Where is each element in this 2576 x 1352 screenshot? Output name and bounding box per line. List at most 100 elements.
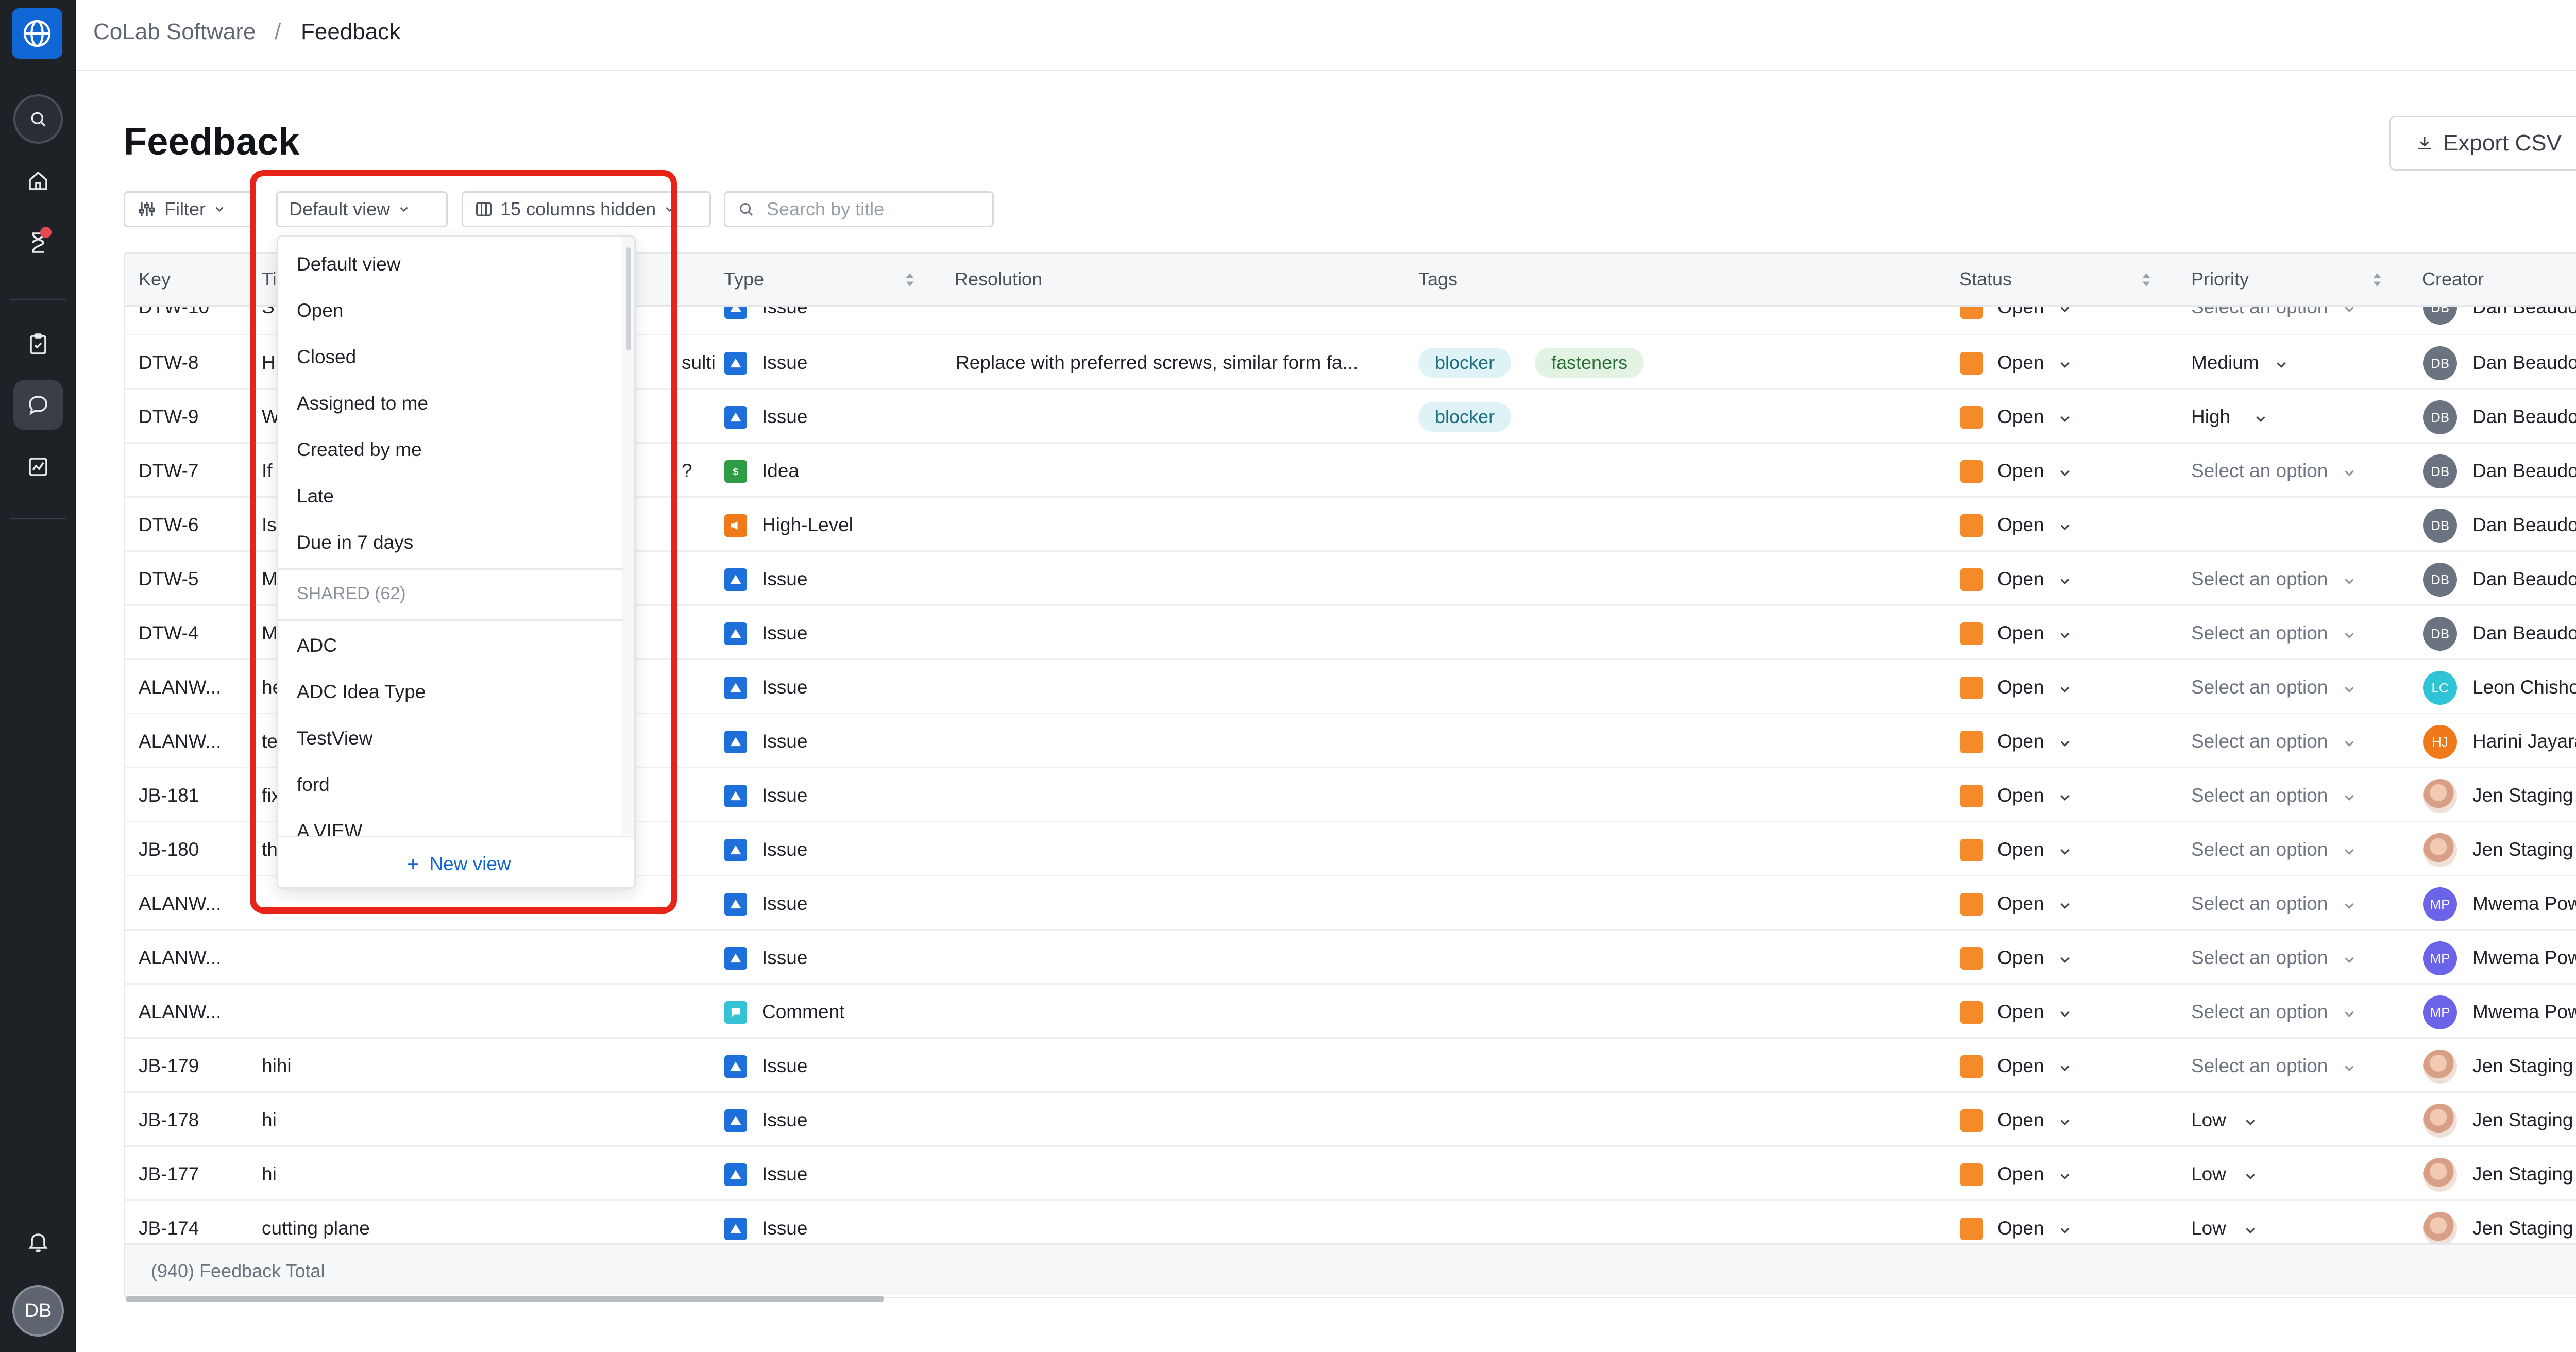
row-priority[interactable]: Select an option bbox=[2191, 677, 2328, 698]
row-priority[interactable]: Select an option bbox=[2191, 307, 2328, 318]
row-status[interactable]: Open bbox=[1997, 307, 2044, 318]
tag-blocker[interactable]: blocker bbox=[1418, 348, 1512, 378]
column-header-status[interactable]: Status bbox=[1959, 268, 2012, 290]
breadcrumb-org[interactable]: CoLab Software bbox=[93, 19, 256, 45]
row-key[interactable]: JB-181 bbox=[139, 785, 199, 806]
row-priority[interactable]: Select an option bbox=[2191, 460, 2328, 482]
row-status[interactable]: Open bbox=[1997, 406, 2044, 428]
horizontal-scrollbar[interactable] bbox=[126, 1296, 884, 1302]
row-key[interactable]: ALANW... bbox=[139, 947, 221, 969]
row-priority[interactable]: Select an option bbox=[2191, 1001, 2328, 1023]
chevron-down-icon[interactable] bbox=[2342, 898, 2357, 914]
chevron-down-icon[interactable] bbox=[2057, 465, 2073, 481]
row-title[interactable]: hi bbox=[262, 1163, 277, 1185]
row-status[interactable]: Open bbox=[1997, 839, 2044, 860]
chevron-down-icon[interactable] bbox=[2057, 1006, 2073, 1022]
row-priority[interactable]: Select an option bbox=[2191, 568, 2328, 590]
search-icon[interactable] bbox=[13, 94, 63, 144]
chevron-down-icon[interactable] bbox=[2057, 573, 2073, 589]
row-status[interactable]: Open bbox=[1997, 677, 2044, 698]
row-key[interactable]: DTW-4 bbox=[139, 622, 198, 644]
row-key[interactable]: ALANW... bbox=[139, 1001, 221, 1023]
chevron-down-icon[interactable] bbox=[2057, 952, 2073, 968]
table-row[interactable]: JB-178 hi Issue Open Low Jen Staging bbox=[125, 1091, 2576, 1145]
row-status[interactable]: Open bbox=[1997, 568, 2044, 590]
table-row[interactable]: JB-179 hihi Issue Open Select an option Jen S… bbox=[125, 1037, 2576, 1091]
bell-icon[interactable] bbox=[13, 1217, 63, 1266]
table-row[interactable]: JB-177 hi Issue Open Low Jen Staging bbox=[125, 1145, 2576, 1199]
chevron-down-icon[interactable] bbox=[2057, 1114, 2073, 1130]
row-key[interactable]: DTW-6 bbox=[139, 514, 198, 536]
chevron-down-icon[interactable] bbox=[2057, 411, 2073, 427]
row-priority[interactable]: Select an option bbox=[2191, 731, 2328, 752]
row-key[interactable]: DTW-5 bbox=[139, 568, 198, 590]
tag-fasteners[interactable]: fasteners bbox=[1535, 348, 1645, 378]
chevron-down-icon[interactable] bbox=[2057, 519, 2073, 535]
row-status[interactable]: Open bbox=[1997, 785, 2044, 806]
chevron-down-icon[interactable] bbox=[2243, 1223, 2258, 1238]
column-header-priority[interactable]: Priority bbox=[2191, 268, 2249, 290]
chevron-down-icon[interactable] bbox=[2057, 628, 2073, 643]
chevron-down-icon[interactable] bbox=[2274, 357, 2289, 373]
row-status[interactable]: Open bbox=[1997, 1055, 2044, 1077]
column-header-key[interactable]: Key bbox=[139, 268, 171, 290]
filter-button[interactable]: Filter bbox=[124, 191, 255, 227]
row-priority[interactable]: Low bbox=[2191, 1109, 2226, 1131]
row-title[interactable]: hi bbox=[262, 1109, 277, 1131]
chevron-down-icon[interactable] bbox=[2057, 1060, 2073, 1076]
clipboard-check-icon[interactable] bbox=[13, 319, 63, 369]
chevron-down-icon[interactable] bbox=[2342, 307, 2357, 317]
row-priority[interactable]: Select an option bbox=[2191, 785, 2328, 806]
row-status[interactable]: Open bbox=[1997, 1001, 2044, 1023]
export-csv-button[interactable]: Export CSV bbox=[2389, 116, 2576, 171]
search-input[interactable]: Search by title bbox=[724, 191, 994, 227]
chevron-down-icon[interactable] bbox=[2342, 952, 2357, 968]
row-key[interactable]: ALANW... bbox=[139, 731, 221, 752]
row-key[interactable]: ALANW... bbox=[139, 893, 221, 915]
row-title[interactable]: cutting plane bbox=[262, 1218, 370, 1239]
chevron-down-icon[interactable] bbox=[2342, 628, 2357, 643]
row-key[interactable]: DTW-10 bbox=[139, 307, 209, 318]
row-status[interactable]: Open bbox=[1997, 352, 2044, 374]
chevron-down-icon[interactable] bbox=[2057, 307, 2073, 317]
row-status[interactable]: Open bbox=[1997, 947, 2044, 969]
chat-bubble-icon[interactable] bbox=[13, 380, 63, 430]
row-title[interactable]: hihi bbox=[262, 1055, 292, 1077]
chevron-down-icon[interactable] bbox=[2342, 465, 2357, 481]
chevron-down-icon[interactable] bbox=[2342, 736, 2357, 751]
row-key[interactable]: DTW-9 bbox=[139, 406, 198, 428]
chevron-down-icon[interactable] bbox=[2057, 736, 2073, 751]
row-status[interactable]: Open bbox=[1997, 1109, 2044, 1131]
table-row[interactable]: JB-174 cutting plane Issue Open Low Jen Stagi… bbox=[125, 1199, 2576, 1244]
row-priority[interactable]: Select an option bbox=[2191, 622, 2328, 644]
home-icon[interactable] bbox=[13, 156, 63, 206]
chevron-down-icon[interactable] bbox=[2243, 1169, 2258, 1184]
row-priority[interactable]: Medium bbox=[2191, 352, 2259, 374]
row-priority[interactable]: Low bbox=[2191, 1218, 2226, 1239]
row-key[interactable]: ALANW... bbox=[139, 677, 221, 698]
row-priority[interactable]: Low bbox=[2191, 1163, 2226, 1185]
table-row[interactable]: ALANW... Issue Open Select an option MP Mwema… bbox=[125, 929, 2576, 983]
row-key[interactable]: JB-174 bbox=[139, 1218, 199, 1239]
chevron-down-icon[interactable] bbox=[2243, 1114, 2258, 1130]
user-avatar[interactable]: DB bbox=[12, 1285, 64, 1337]
row-priority[interactable]: Select an option bbox=[2191, 839, 2328, 860]
chevron-down-icon[interactable] bbox=[2253, 411, 2268, 427]
sort-icon[interactable] bbox=[2141, 269, 2152, 290]
row-status[interactable]: Open bbox=[1997, 622, 2044, 644]
chevron-down-icon[interactable] bbox=[2342, 844, 2357, 859]
column-header-creator[interactable]: Creator bbox=[2422, 268, 2484, 290]
row-status[interactable]: Open bbox=[1997, 893, 2044, 915]
row-key[interactable]: DTW-8 bbox=[139, 352, 198, 374]
chevron-down-icon[interactable] bbox=[2057, 898, 2073, 914]
sort-icon[interactable] bbox=[904, 269, 916, 290]
row-status[interactable]: Open bbox=[1997, 1218, 2044, 1239]
table-row[interactable]: ALANW... Comment Open Select an option MP Mwe… bbox=[125, 983, 2576, 1037]
chevron-down-icon[interactable] bbox=[2057, 844, 2073, 859]
row-key[interactable]: DTW-7 bbox=[139, 460, 198, 482]
chevron-down-icon[interactable] bbox=[2342, 1060, 2357, 1076]
row-key[interactable]: JB-177 bbox=[139, 1163, 199, 1185]
chevron-down-icon[interactable] bbox=[2057, 682, 2073, 697]
row-status[interactable]: Open bbox=[1997, 514, 2044, 536]
row-status[interactable]: Open bbox=[1997, 731, 2044, 752]
